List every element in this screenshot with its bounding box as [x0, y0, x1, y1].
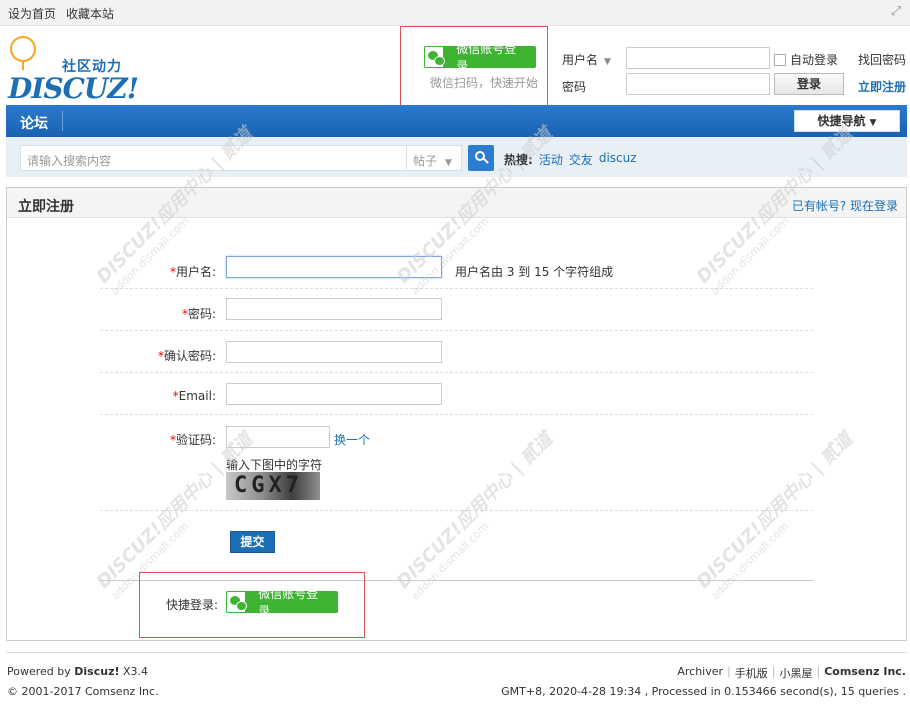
find-password-link[interactable]: 找回密码: [858, 51, 906, 68]
username-selector[interactable]: 用户名 ▼: [562, 51, 611, 68]
divider: [100, 288, 813, 289]
captcha-field-label: *验证码:: [169, 433, 216, 447]
auto-login-option[interactable]: 自动登录: [774, 51, 838, 68]
auto-login-checkbox[interactable]: [774, 53, 786, 66]
username-tip: 用户名由 3 到 15 个字符组成: [455, 265, 614, 279]
captcha-image[interactable]: CGX7: [226, 472, 320, 500]
bookmark-link[interactable]: 收藏本站: [66, 5, 114, 22]
hot-search: 热搜: 活动 交友 discuz: [504, 151, 637, 168]
search-type-value: 帖子: [413, 154, 438, 168]
divider: [100, 330, 813, 331]
confirm-password-field-label: *确认密码:: [157, 349, 216, 363]
top-toolbar: 设为首页 收藏本站 ⤢: [0, 0, 910, 26]
bulb-icon: [10, 36, 36, 70]
chevron-down-icon: ▼: [604, 57, 611, 67]
quick-nav-button[interactable]: 快捷导航 ▼: [794, 110, 900, 132]
username-field-label: *用户名:: [169, 265, 216, 279]
hot-search-label: 热搜:: [504, 153, 533, 167]
search-type-select[interactable]: 帖子 ▼: [406, 145, 462, 171]
chevron-down-icon: ▼: [445, 158, 452, 168]
password-label: 密码: [562, 80, 587, 94]
change-captcha-link[interactable]: 换一个: [334, 431, 370, 448]
caret-down-icon: ▼: [869, 118, 877, 128]
username-field[interactable]: [226, 256, 442, 278]
confirm-password-field[interactable]: [226, 341, 442, 363]
wechat-login-button-top[interactable]: 微信账号登录: [424, 42, 536, 73]
email-field[interactable]: [226, 383, 442, 405]
login-username-input[interactable]: [626, 47, 770, 69]
footer-link-archiver[interactable]: Archiver: [677, 665, 723, 681]
footer-divider: [6, 652, 907, 653]
page-title: 立即注册: [18, 199, 74, 215]
top-links: 设为首页 收藏本站: [8, 5, 114, 22]
search-input[interactable]: 请输入搜索内容: [20, 145, 406, 171]
wechat-login-label: 微信账号登录: [258, 587, 319, 618]
nav-divider: [62, 111, 63, 131]
powered-by: Powered by Discuz! X3.4: [7, 665, 149, 678]
register-link[interactable]: 立即注册: [858, 78, 906, 95]
wechat-login-label: 微信账号登录: [456, 42, 517, 73]
divider: [100, 414, 813, 415]
password-field-label: *密码:: [181, 307, 216, 321]
site-logo[interactable]: 社区动力 DISCUZ!: [6, 36, 139, 105]
expand-icon[interactable]: ⤢: [888, 4, 904, 20]
search-button[interactable]: [468, 145, 494, 171]
set-home-link[interactable]: 设为首页: [8, 5, 56, 22]
divider: [100, 510, 813, 511]
wechat-login-button-bottom[interactable]: 微信账号登录: [226, 587, 338, 618]
copyright: © 2001-2017 Comsenz Inc.: [7, 685, 159, 698]
footer-link-company[interactable]: Comsenz Inc.: [824, 665, 906, 681]
divider: [100, 372, 813, 373]
hot-search-item[interactable]: 交友: [569, 151, 593, 168]
register-panel-header: [7, 188, 906, 218]
hot-search-item[interactable]: 活动: [539, 151, 563, 168]
footer-links: Archiver | 手机版 | 小黑屋 | Comsenz Inc.: [677, 665, 906, 681]
wechat-icon: [424, 46, 446, 68]
footer-link-blackroom[interactable]: 小黑屋: [779, 665, 812, 681]
captcha-hint: 输入下图中的字符: [226, 458, 323, 472]
logo-wordmark: DISCUZ!: [8, 72, 139, 105]
username-label: 用户名: [562, 53, 599, 67]
password-field[interactable]: [226, 298, 442, 320]
login-password-input[interactable]: [626, 73, 770, 95]
wechat-icon: [226, 591, 248, 613]
wechat-scan-tip: 微信扫码，快速开始: [430, 76, 539, 90]
auto-login-label: 自动登录: [790, 53, 839, 67]
footer-link-mobile[interactable]: 手机版: [735, 665, 768, 681]
login-button[interactable]: 登录: [774, 73, 844, 95]
captcha-field[interactable]: [226, 426, 330, 448]
hot-search-item[interactable]: discuz: [599, 151, 637, 168]
nav-item-forum[interactable]: 论坛: [20, 113, 48, 133]
server-stats: GMT+8, 2020-4-28 19:34 , Processed in 0.…: [501, 685, 906, 698]
discuz-link[interactable]: Discuz!: [74, 665, 119, 678]
submit-button[interactable]: 提交: [230, 531, 275, 553]
quick-login-label: 快捷登录:: [166, 598, 219, 612]
quick-nav-label: 快捷导航: [817, 114, 866, 128]
main-nav: [6, 105, 907, 137]
login-now-link[interactable]: 已有帐号? 现在登录: [792, 197, 898, 214]
email-field-label: *Email:: [172, 389, 216, 403]
